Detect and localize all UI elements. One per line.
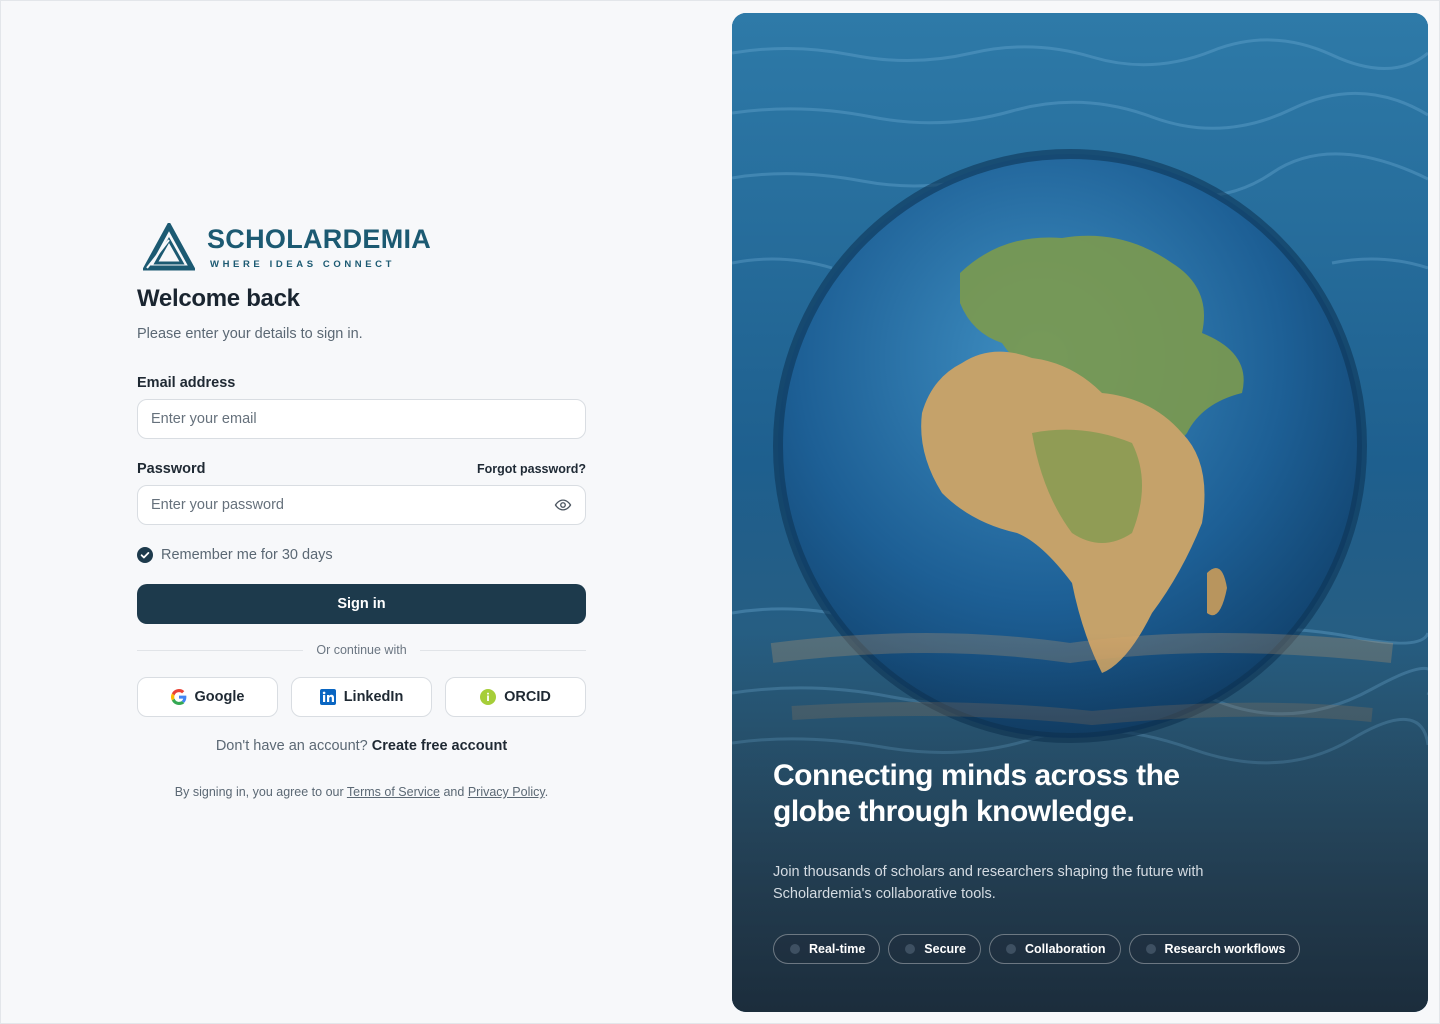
- hero-title: Connecting minds across the globe throug…: [773, 759, 1180, 828]
- page-subtitle: Please enter your details to sign in.: [137, 326, 363, 342]
- linkedin-label: LinkedIn: [343, 689, 404, 705]
- orcid-icon: [480, 689, 497, 705]
- workflow-icon: [1145, 944, 1156, 954]
- eye-icon[interactable]: [554, 496, 572, 514]
- clock-icon: [790, 944, 800, 954]
- divider-label: Or continue with: [316, 643, 407, 657]
- terms-suffix: .: [544, 785, 549, 799]
- users-icon: [1005, 944, 1016, 954]
- signup-prompt: Don't have an account?: [215, 738, 368, 754]
- chip-secure: Secure: [888, 934, 981, 964]
- shield-icon: [905, 944, 916, 954]
- orcid-button[interactable]: ORCID: [445, 677, 586, 717]
- linkedin-icon: [319, 689, 336, 705]
- chip-real-time: Real-time: [773, 934, 881, 964]
- email-label: Email address: [137, 375, 236, 391]
- password-field[interactable]: [151, 497, 554, 513]
- chip-label: Secure: [924, 942, 966, 956]
- email-field[interactable]: [151, 411, 572, 427]
- hero-subtitle: Join thousands of scholars and researche…: [773, 864, 1204, 902]
- remember-me[interactable]: Remember me for 30 days: [137, 547, 586, 563]
- signup-row: Don't have an account? Create free accou…: [137, 738, 586, 754]
- sign-in-button[interactable]: Sign in: [137, 584, 586, 624]
- remember-me-label: Remember me for 30 days: [161, 547, 333, 563]
- password-label: Password: [137, 461, 206, 477]
- forgot-password-link[interactable]: Forgot password?: [477, 462, 586, 476]
- chip-label: Collaboration: [1024, 942, 1106, 956]
- privacy-policy-link[interactable]: Privacy Policy: [468, 785, 545, 799]
- terms-prefix: By signing in, you agree to our: [174, 785, 344, 799]
- brand-tagline: WHERE IDEAS CONNECT: [210, 258, 396, 270]
- chip-label: Research workflows: [1164, 942, 1286, 956]
- terms-and: and: [443, 785, 465, 799]
- checkbox-checked-icon[interactable]: [137, 547, 153, 563]
- google-label: Google: [194, 689, 245, 705]
- logo-mark-icon: [143, 223, 195, 271]
- email-field-box: [137, 399, 586, 439]
- google-icon: [170, 689, 186, 705]
- page-title: Welcome back: [137, 285, 300, 312]
- terms-of-service-link[interactable]: Terms of Service: [347, 785, 440, 799]
- linkedin-button[interactable]: LinkedIn: [291, 677, 432, 717]
- brand-name: SCHOLARDEMIA: [207, 223, 432, 254]
- orcid-label: ORCID: [504, 689, 551, 705]
- social-buttons: Google LinkedIn ORCID: [137, 677, 586, 717]
- chip-research-workflows: Research workflows: [1128, 934, 1301, 964]
- chip-label: Real-time: [809, 942, 866, 956]
- google-button[interactable]: Google: [137, 677, 278, 717]
- hero-panel: Connecting minds across the globe throug…: [732, 13, 1428, 1012]
- feature-chips: Real-time Secure Collaboration Research …: [773, 934, 1301, 964]
- terms-notice: By signing in, you agree to our Terms of…: [137, 785, 586, 799]
- brand-logo: SCHOLARDEMIA WHERE IDEAS CONNECT: [143, 221, 586, 273]
- social-divider: Or continue with: [137, 643, 587, 657]
- signin-form: SCHOLARDEMIA WHERE IDEAS CONNECT Welcome…: [137, 221, 587, 799]
- password-field-box: [137, 485, 586, 525]
- chip-collaboration: Collaboration: [988, 934, 1121, 964]
- create-account-link[interactable]: Create free account: [372, 738, 507, 754]
